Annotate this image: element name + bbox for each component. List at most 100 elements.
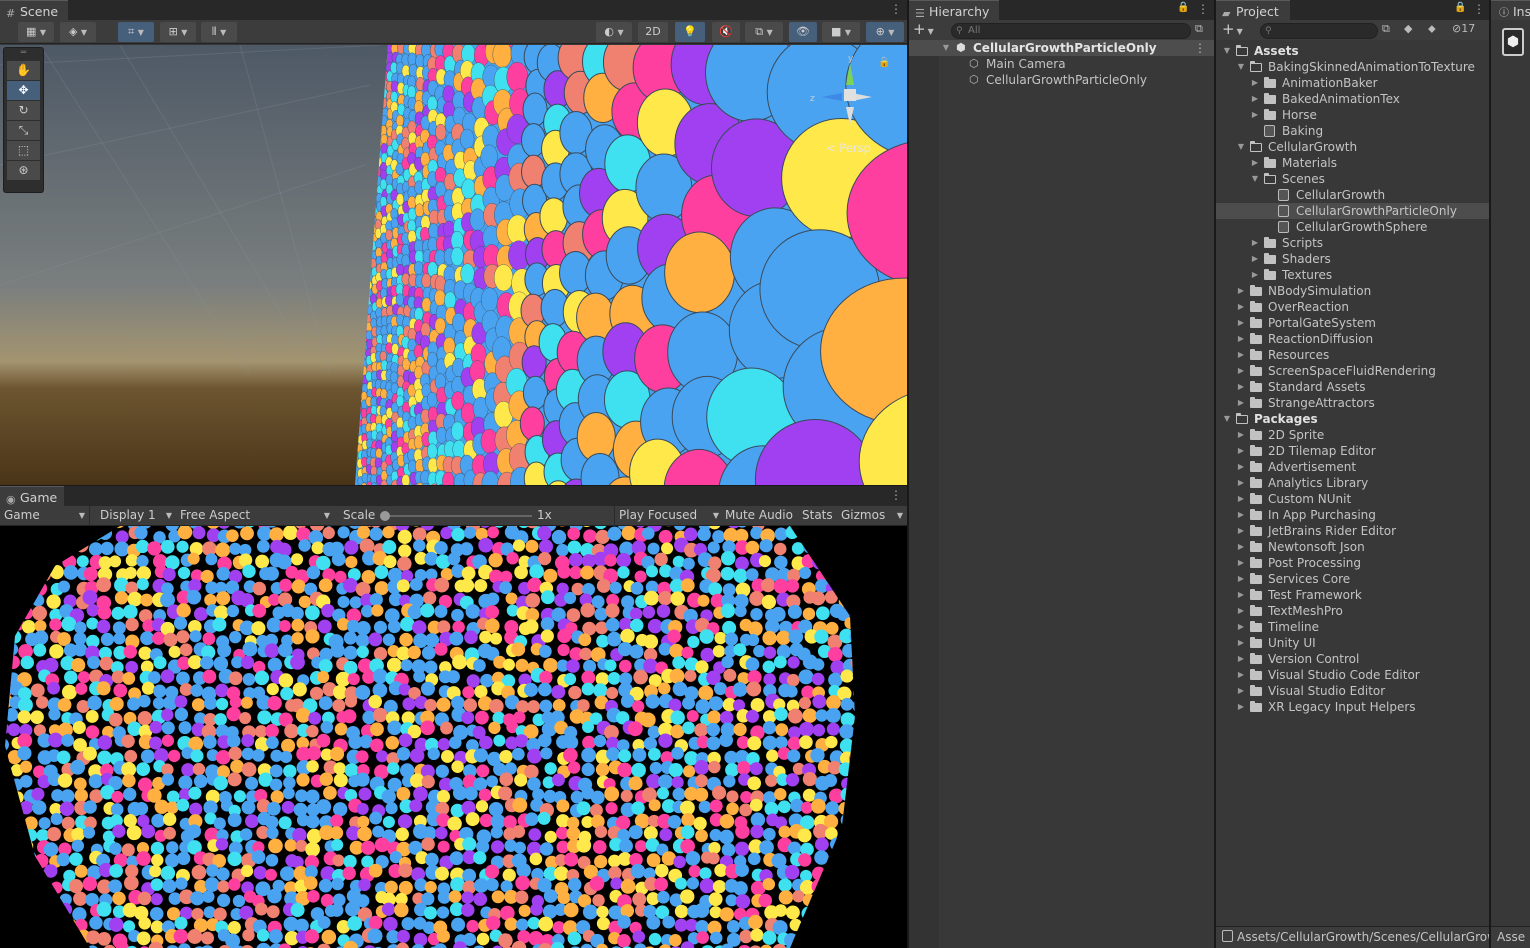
collapsed-arrow-icon[interactable]: ▶ [1236,347,1246,363]
stats-button[interactable]: Stats [802,508,833,522]
scene-visibility-button[interactable]: 👁 [789,22,817,42]
project-row[interactable]: ▶ Test Framework [1216,587,1489,603]
project-row[interactable]: ▶ Version Control [1216,651,1489,667]
collapsed-arrow-icon[interactable]: ▶ [1236,331,1246,347]
project-menu-icon[interactable]: ⋮ [1473,2,1485,16]
tag-icon[interactable]: ⬥ [1428,22,1436,36]
project-row[interactable]: ▼ Assets [1216,43,1489,59]
project-row[interactable]: ▶ Post Processing [1216,555,1489,571]
rect-tool-button[interactable]: ⬚ [7,141,40,160]
collapsed-arrow-icon[interactable]: ▶ [1236,379,1246,395]
project-row[interactable]: ▶ XR Legacy Input Helpers [1216,699,1489,715]
aspect-dropdown[interactable]: Free Aspect ▼ [176,506,336,526]
project-row[interactable]: ▶ StrangeAttractors [1216,395,1489,411]
search-by-label-icon[interactable]: ◆ [1404,22,1412,35]
expand-arrow-icon[interactable]: ▼ [941,40,951,56]
project-row[interactable]: ▼ Scenes [1216,171,1489,187]
hand-tool-button[interactable]: ✋ [7,61,40,80]
hierarchy-search-input[interactable]: ⚲ All [951,23,1191,39]
collapsed-arrow-icon[interactable]: ▶ [1236,699,1246,715]
project-row[interactable]: ▶ Horse [1216,107,1489,123]
hierarchy-row-root[interactable]: ▼ ⬢ CellularGrowthParticleOnly ⋮ [909,40,1214,56]
project-row[interactable]: ▶ Visual Studio Editor [1216,683,1489,699]
collapsed-arrow-icon[interactable]: ▶ [1250,235,1260,251]
tab-scene[interactable]: # Scene [0,0,68,20]
project-search-input[interactable]: ⚲ [1260,23,1378,39]
project-row[interactable]: ▶ NBodySimulation [1216,283,1489,299]
collapsed-arrow-icon[interactable]: ▶ [1236,539,1246,555]
orientation-gizmo[interactable]: z y 🔒 < Persp [806,54,896,170]
scene-menu-icon[interactable]: ⋮ [890,2,902,16]
hidden-packages-toggle[interactable]: ⊘17 [1452,22,1475,35]
project-row[interactable]: ▶ Timeline [1216,619,1489,635]
collapsed-arrow-icon[interactable]: ▶ [1236,683,1246,699]
collapsed-arrow-icon[interactable]: ▶ [1236,491,1246,507]
project-row[interactable]: ▶ OverReaction [1216,299,1489,315]
toggle-2d-button[interactable]: 2D [638,22,668,42]
project-row[interactable]: ▶ Unity UI [1216,635,1489,651]
collapsed-arrow-icon[interactable]: ▶ [1250,267,1260,283]
project-row[interactable]: ▶ Newtonsoft Json [1216,539,1489,555]
project-row[interactable]: ▶ Advertisement [1216,459,1489,475]
collapsed-arrow-icon[interactable]: ▶ [1236,587,1246,603]
tab-inspector[interactable]: ⓘ Ins [1491,0,1530,20]
hierarchy-lock-icon[interactable]: 🔒 [1177,2,1189,13]
project-row[interactable]: ▶ Visual Studio Code Editor [1216,667,1489,683]
project-row[interactable]: ▶ AnimationBaker [1216,75,1489,91]
projection-label[interactable]: < Persp [826,141,871,155]
shading-button[interactable]: ◐ ▼ [596,22,632,42]
collapsed-arrow-icon[interactable]: ▶ [1236,475,1246,491]
collapsed-arrow-icon[interactable]: ▶ [1250,155,1260,171]
gizmos-dropdown[interactable]: Gizmos ▼ [838,506,907,526]
effects-button[interactable]: ⧉ ▼ [745,22,783,42]
collapsed-arrow-icon[interactable]: ▶ [1236,523,1246,539]
draw-mode-button[interactable]: ▦ ▼ [18,22,54,42]
camera-settings-button[interactable]: ■ ▼ [822,22,860,42]
tab-game[interactable]: ◉ Game [0,486,64,506]
project-row[interactable]: ▶ PortalGateSystem [1216,315,1489,331]
expanded-arrow-icon[interactable]: ▼ [1236,59,1246,75]
transform-tool-button[interactable]: ⊛ [7,161,40,180]
project-row[interactable]: ▶ Custom NUnit [1216,491,1489,507]
project-row[interactable]: ▶ Services Core [1216,571,1489,587]
audio-toggle-button[interactable]: 🔇 [712,22,740,42]
tab-project[interactable]: ▰ Project [1216,0,1290,20]
mute-audio-button[interactable]: Mute Audio [725,508,793,522]
project-row[interactable]: ▶ ReactionDiffusion [1216,331,1489,347]
project-row[interactable]: CellularGrowth [1216,187,1489,203]
hierarchy-menu-icon[interactable]: ⋮ [1197,2,1209,16]
collapsed-arrow-icon[interactable]: ▶ [1236,555,1246,571]
hierarchy-row-main-camera[interactable]: ⬡ Main Camera [909,56,1214,72]
project-row[interactable]: ▶ Textures [1216,267,1489,283]
collapsed-arrow-icon[interactable]: ▶ [1236,395,1246,411]
collapsed-arrow-icon[interactable]: ▶ [1236,443,1246,459]
grid-visibility-button[interactable]: ⊞ ▼ [160,22,196,42]
expanded-arrow-icon[interactable]: ▼ [1222,411,1232,427]
render-mode-button[interactable]: ◈ ▼ [60,22,96,42]
root-menu-icon[interactable]: ⋮ [1194,40,1206,56]
collapsed-arrow-icon[interactable]: ▶ [1236,427,1246,443]
project-row[interactable]: ▶ Shaders [1216,251,1489,267]
project-row[interactable]: ▶ Standard Assets [1216,379,1489,395]
scale-slider[interactable] [380,511,532,521]
game-menu-icon[interactable]: ⋮ [890,488,902,502]
project-row[interactable]: ▶ 2D Sprite [1216,427,1489,443]
project-row[interactable]: ▶ TextMeshPro [1216,603,1489,619]
display-dropdown[interactable]: Display 1 ▼ [96,506,174,526]
project-row[interactable]: ▶ ScreenSpaceFluidRendering [1216,363,1489,379]
create-button[interactable]: + ▼ [913,20,934,41]
expanded-arrow-icon[interactable]: ▼ [1250,171,1260,187]
collapsed-arrow-icon[interactable]: ▶ [1250,75,1260,91]
project-row[interactable]: ▶ BakedAnimationTex [1216,91,1489,107]
project-row[interactable]: ▶ Scripts [1216,235,1489,251]
scene-viewport[interactable]: ═ ✋ ✥ ↻ ⤡ ⬚ ⊛ z y 🔒 < Persp [0,45,907,485]
collapsed-arrow-icon[interactable]: ▶ [1236,507,1246,523]
play-focused-dropdown[interactable]: Play Focused ▼ [614,506,722,526]
gizmos-toggle-button[interactable]: ⊕ ▼ [866,22,904,42]
collapsed-arrow-icon[interactable]: ▶ [1236,283,1246,299]
collapsed-arrow-icon[interactable]: ▶ [1236,459,1246,475]
project-row[interactable]: ▼ Packages [1216,411,1489,427]
project-row[interactable]: ▶ In App Purchasing [1216,507,1489,523]
tab-hierarchy[interactable]: ☰ Hierarchy [909,0,999,20]
collapsed-arrow-icon[interactable]: ▶ [1236,299,1246,315]
